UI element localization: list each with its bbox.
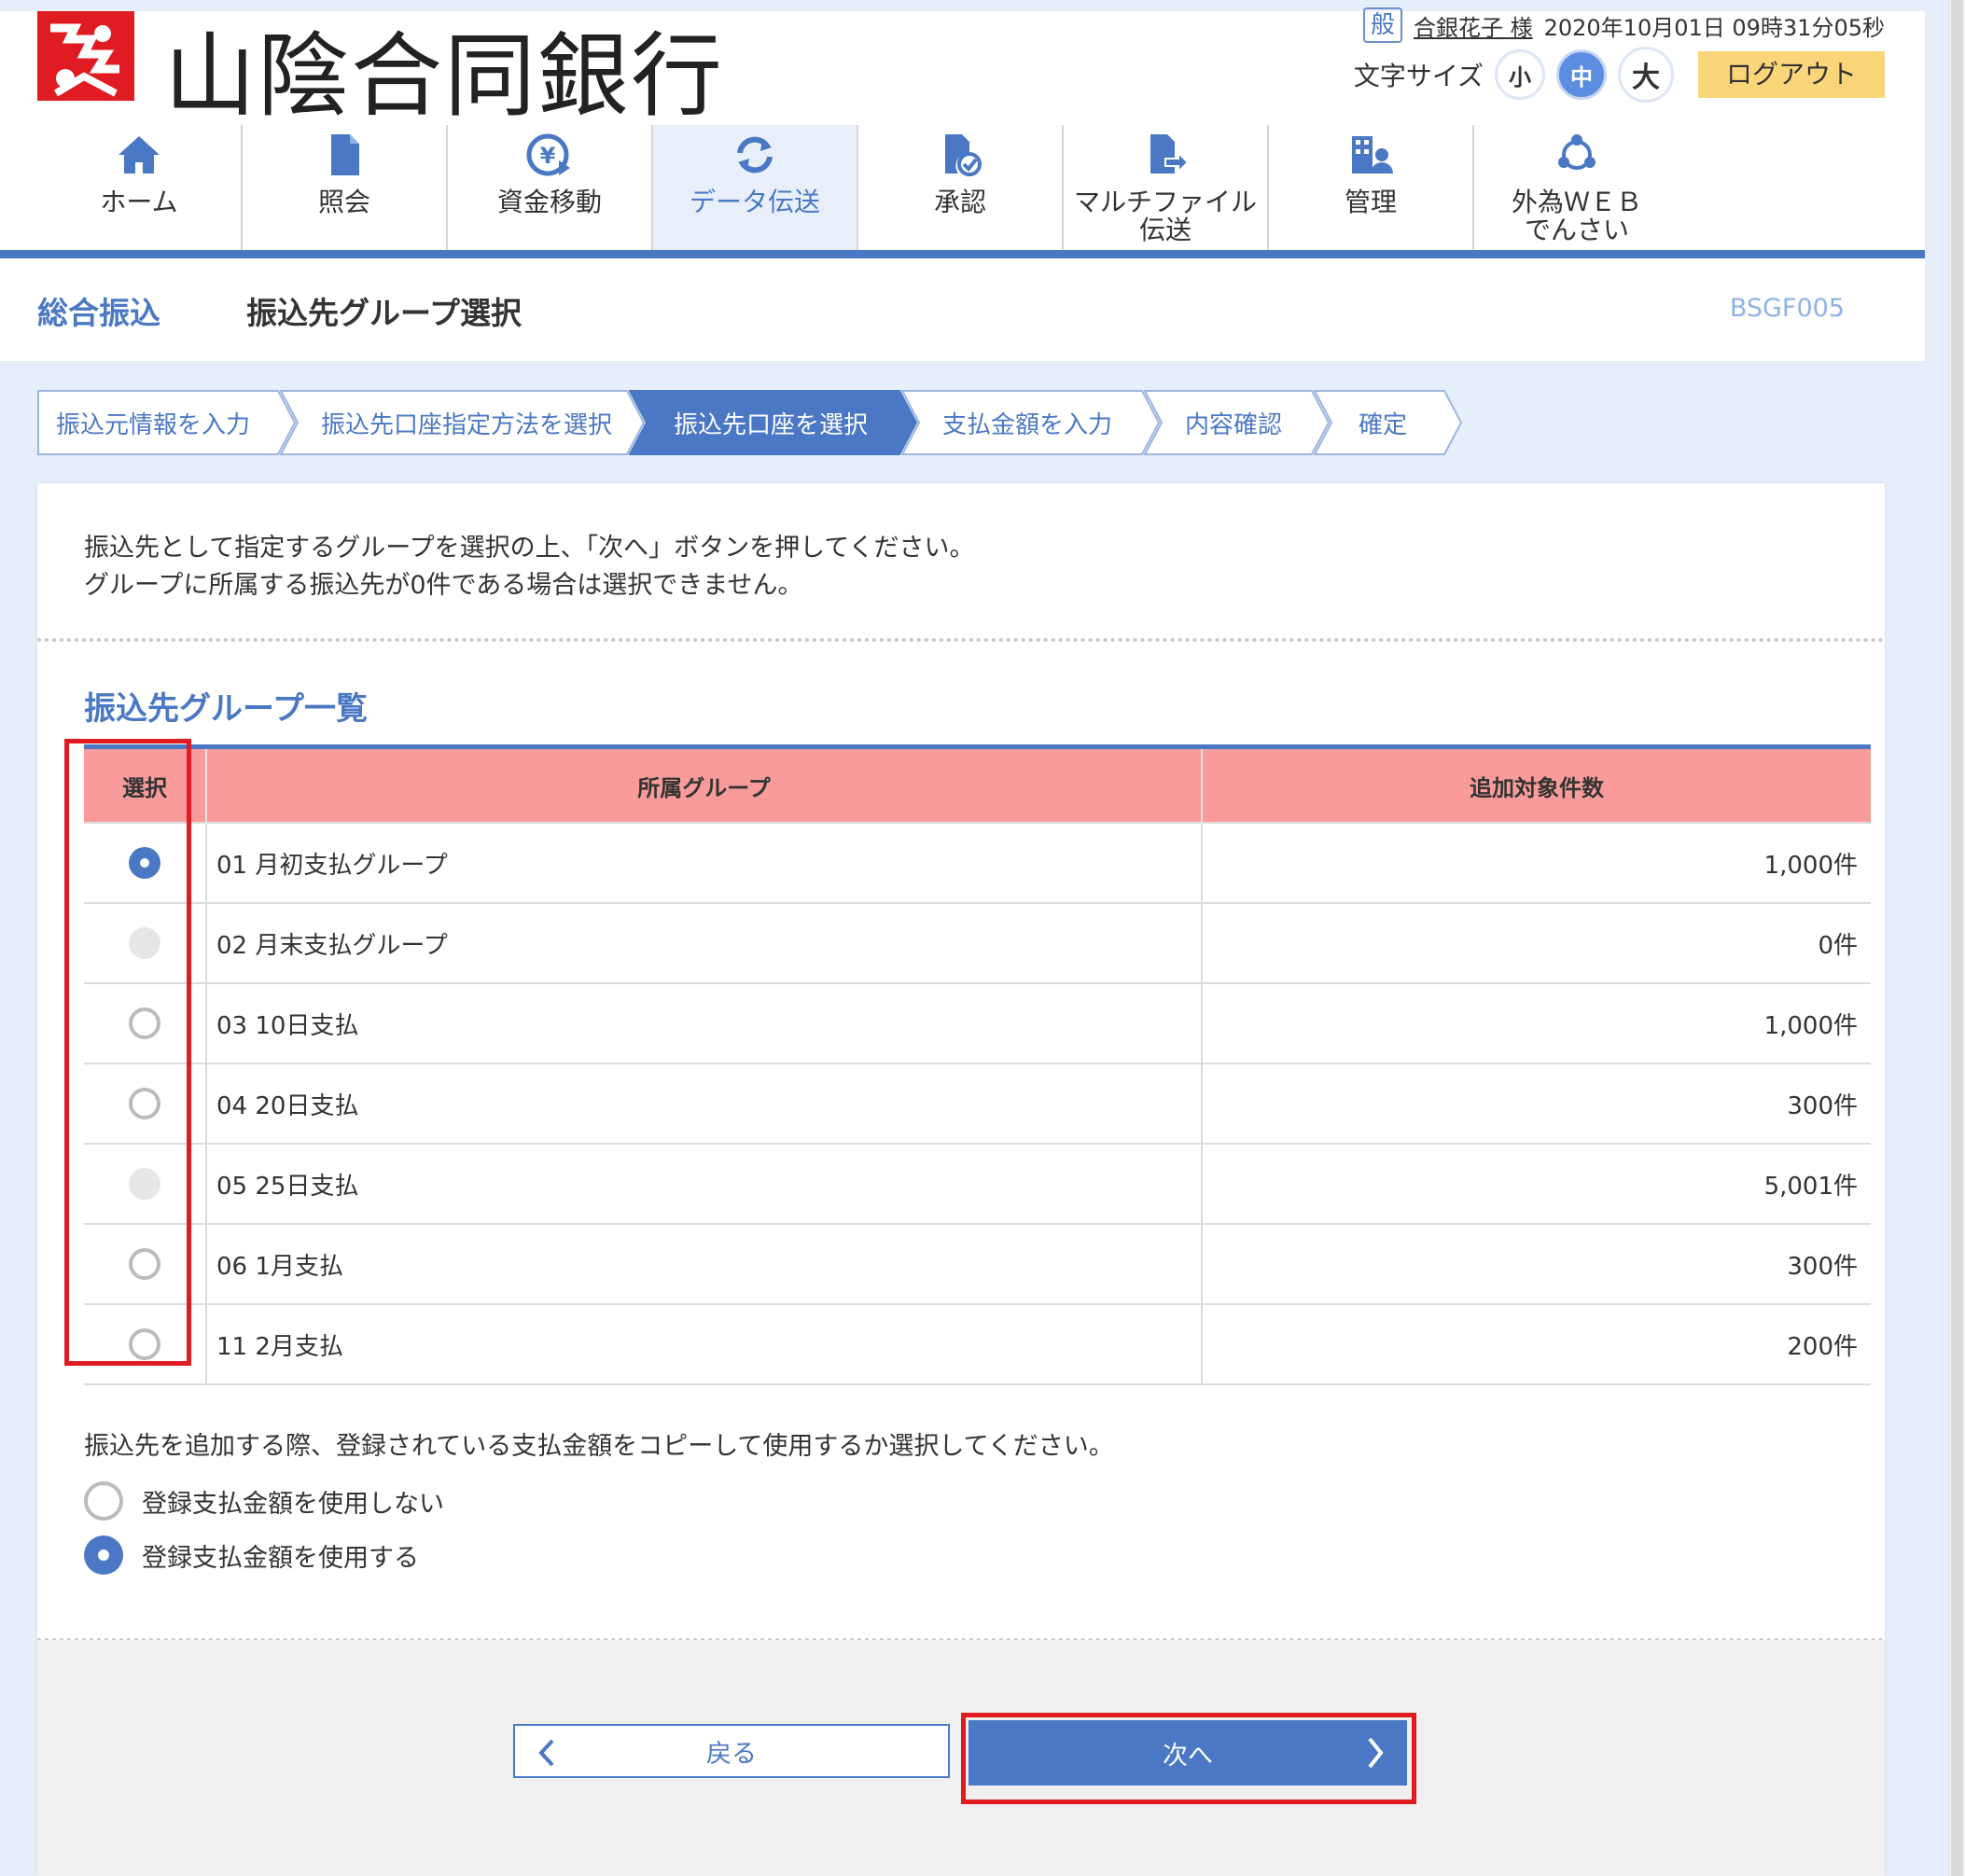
nav-label: 管理 xyxy=(1344,187,1397,217)
group-count: 1,000件 xyxy=(1201,982,1871,1063)
group-name: 06 1月支払 xyxy=(205,1223,1202,1304)
group-name: 04 20日支払 xyxy=(205,1063,1202,1144)
nav-data-transmission[interactable]: データ伝送 xyxy=(653,125,858,252)
group-count: 200件 xyxy=(1201,1303,1871,1385)
group-radio[interactable] xyxy=(129,847,160,879)
screen-code: BSGF005 xyxy=(1729,294,1845,323)
nav-fund-transfer[interactable]: ¥ 資金移動 xyxy=(448,125,653,252)
step-6: 確定 xyxy=(1314,390,1463,455)
home-icon xyxy=(118,136,160,174)
document-icon xyxy=(331,134,359,175)
bank-name: 山陰合同銀行 xyxy=(164,23,725,130)
title-bar: 総合振込 振込先グループ選択 BSGF005 xyxy=(0,258,1925,361)
group-radio[interactable] xyxy=(129,1248,160,1280)
table-row[interactable]: 11 2月支払 200件 xyxy=(84,1303,1871,1385)
instructions: 振込先として指定するグループを選択の上、「次へ」ボタンを押してください。 グルー… xyxy=(84,534,975,600)
scrollbar-thumb[interactable] xyxy=(1951,0,1963,1876)
role-badge: 般 xyxy=(1362,7,1402,43)
chevron-right-icon xyxy=(1368,1737,1384,1769)
nav-label: 承認 xyxy=(933,187,986,217)
group-name: 11 2月支払 xyxy=(205,1303,1202,1385)
copy-amount-option-yes[interactable]: 登録支払金額を使用する xyxy=(84,1536,419,1575)
scrollbar[interactable] xyxy=(1948,0,1965,1876)
nav-label: 資金移動 xyxy=(496,187,602,217)
group-list-title: 振込先グループ一覧 xyxy=(84,690,368,728)
copy-amount-question: 振込先を追加する際、登録されている支払金額をコピーして使用するか選択してください… xyxy=(84,1432,1114,1461)
group-count: 300件 xyxy=(1201,1223,1871,1304)
group-radio[interactable] xyxy=(129,1007,160,1039)
table-row[interactable]: 06 1月支払 300件 xyxy=(84,1223,1871,1304)
user-name-link[interactable]: 合銀花子 様 xyxy=(1414,9,1533,42)
header-count: 追加対象件数 xyxy=(1201,744,1871,823)
group-name: 02 月末支払グループ xyxy=(205,902,1202,983)
sync-icon xyxy=(737,136,773,174)
chevron-left-icon xyxy=(538,1739,554,1767)
button-area xyxy=(37,1640,1885,1876)
main-card: 振込先として指定するグループを選択の上、「次へ」ボタンを押してください。 グルー… xyxy=(37,483,1885,1876)
group-name: 01 月初支払グループ xyxy=(205,822,1202,903)
step-4: 支払金額を入力 xyxy=(901,390,1161,455)
table-row[interactable]: 01 月初支払グループ 1,000件 xyxy=(84,822,1871,903)
nav-forex-densai[interactable]: 外為ＷＥＢ でんさい xyxy=(1474,125,1679,252)
table-row: 05 25日支払 5,001件 xyxy=(84,1143,1871,1224)
font-size-medium-button[interactable]: 中 xyxy=(1556,49,1607,100)
nav-home[interactable]: ホーム xyxy=(37,125,243,252)
main-nav: ホーム 照会 ¥ 資金移動 データ伝送 承認 マルチファイル 伝送 管理 外為ＷＥ… xyxy=(37,125,1679,252)
nav-inquiry[interactable]: 照会 xyxy=(243,125,448,252)
logout-button[interactable]: ログアウト xyxy=(1698,51,1885,98)
divider xyxy=(37,638,1885,642)
progress-steps: 振込元情報を入力 振込先口座指定方法を選択 振込先口座を選択 支払金額を入力 内… xyxy=(37,390,1463,455)
font-size-label: 文字サイズ xyxy=(1353,61,1484,91)
bank-logo-icon xyxy=(37,11,134,101)
nav-label: 外為ＷＥＢ でんさい xyxy=(1511,187,1642,245)
copy-amount-option-no[interactable]: 登録支払金額を使用しない xyxy=(84,1481,444,1521)
group-count: 0件 xyxy=(1201,902,1871,983)
font-size-small-button[interactable]: 小 xyxy=(1495,49,1545,100)
login-datetime: 2020年10月01日 09時31分05秒 xyxy=(1543,14,1885,41)
group-radio[interactable] xyxy=(129,1088,160,1119)
nav-label: マルチファイル 伝送 xyxy=(1073,187,1257,245)
group-name: 05 25日支払 xyxy=(205,1143,1202,1224)
header-select: 選択 xyxy=(84,744,206,823)
group-radio[interactable] xyxy=(129,1328,160,1360)
user-bar: 般 合銀花子 様 2020年10月01日 09時31分05秒 xyxy=(1362,7,1885,43)
nav-management[interactable]: 管理 xyxy=(1269,125,1474,252)
service-category: 総合振込 xyxy=(37,295,160,331)
approval-icon xyxy=(945,134,982,176)
management-icon xyxy=(1352,136,1393,174)
header-group: 所属グループ xyxy=(205,744,1202,823)
table-row[interactable]: 03 10日支払 1,000件 xyxy=(84,982,1871,1063)
copy-amount-radio[interactable] xyxy=(84,1536,123,1575)
table-row: 02 月末支払グループ 0件 xyxy=(84,902,1871,983)
table-row[interactable]: 04 20日支払 300件 xyxy=(84,1063,1871,1144)
nav-label: 照会 xyxy=(317,187,370,217)
copy-amount-radio[interactable] xyxy=(84,1481,123,1521)
file-upload-icon xyxy=(1150,134,1190,174)
font-size-bar: 文字サイズ 小 中 大 ログアウト xyxy=(1354,47,1885,103)
nav-multi-file-transmission[interactable]: マルチファイル 伝送 xyxy=(1064,125,1269,252)
group-count: 1,000件 xyxy=(1201,822,1871,903)
font-size-large-button[interactable]: 大 xyxy=(1618,47,1674,103)
nav-label: ホーム xyxy=(100,187,178,217)
group-table: 選択 所属グループ 追加対象件数 01 月初支払グループ 1,000件 02 月… xyxy=(84,744,1871,1385)
group-radio-disabled xyxy=(129,1168,160,1200)
group-count: 5,001件 xyxy=(1201,1143,1871,1224)
next-button[interactable]: 次へ xyxy=(969,1720,1407,1786)
yen-transfer-icon: ¥ xyxy=(526,133,570,176)
group-radio-disabled xyxy=(129,927,160,959)
step-1: 振込元情報を入力 xyxy=(37,390,297,455)
nav-divider xyxy=(0,250,1925,258)
step-5: 内容確認 xyxy=(1144,390,1331,455)
step-2: 振込先口座指定方法を選択 xyxy=(280,390,646,455)
nav-approval[interactable]: 承認 xyxy=(858,125,1064,252)
group-name: 03 10日支払 xyxy=(205,982,1202,1063)
network-icon xyxy=(1558,134,1596,170)
step-3-active: 振込先口座を選択 xyxy=(629,390,918,455)
svg-text:¥: ¥ xyxy=(540,143,556,169)
nav-label: データ伝送 xyxy=(689,187,820,217)
back-button[interactable]: 戻る xyxy=(513,1724,950,1778)
page-title: 振込先グループ選択 xyxy=(246,295,523,331)
group-count: 300件 xyxy=(1201,1063,1871,1144)
